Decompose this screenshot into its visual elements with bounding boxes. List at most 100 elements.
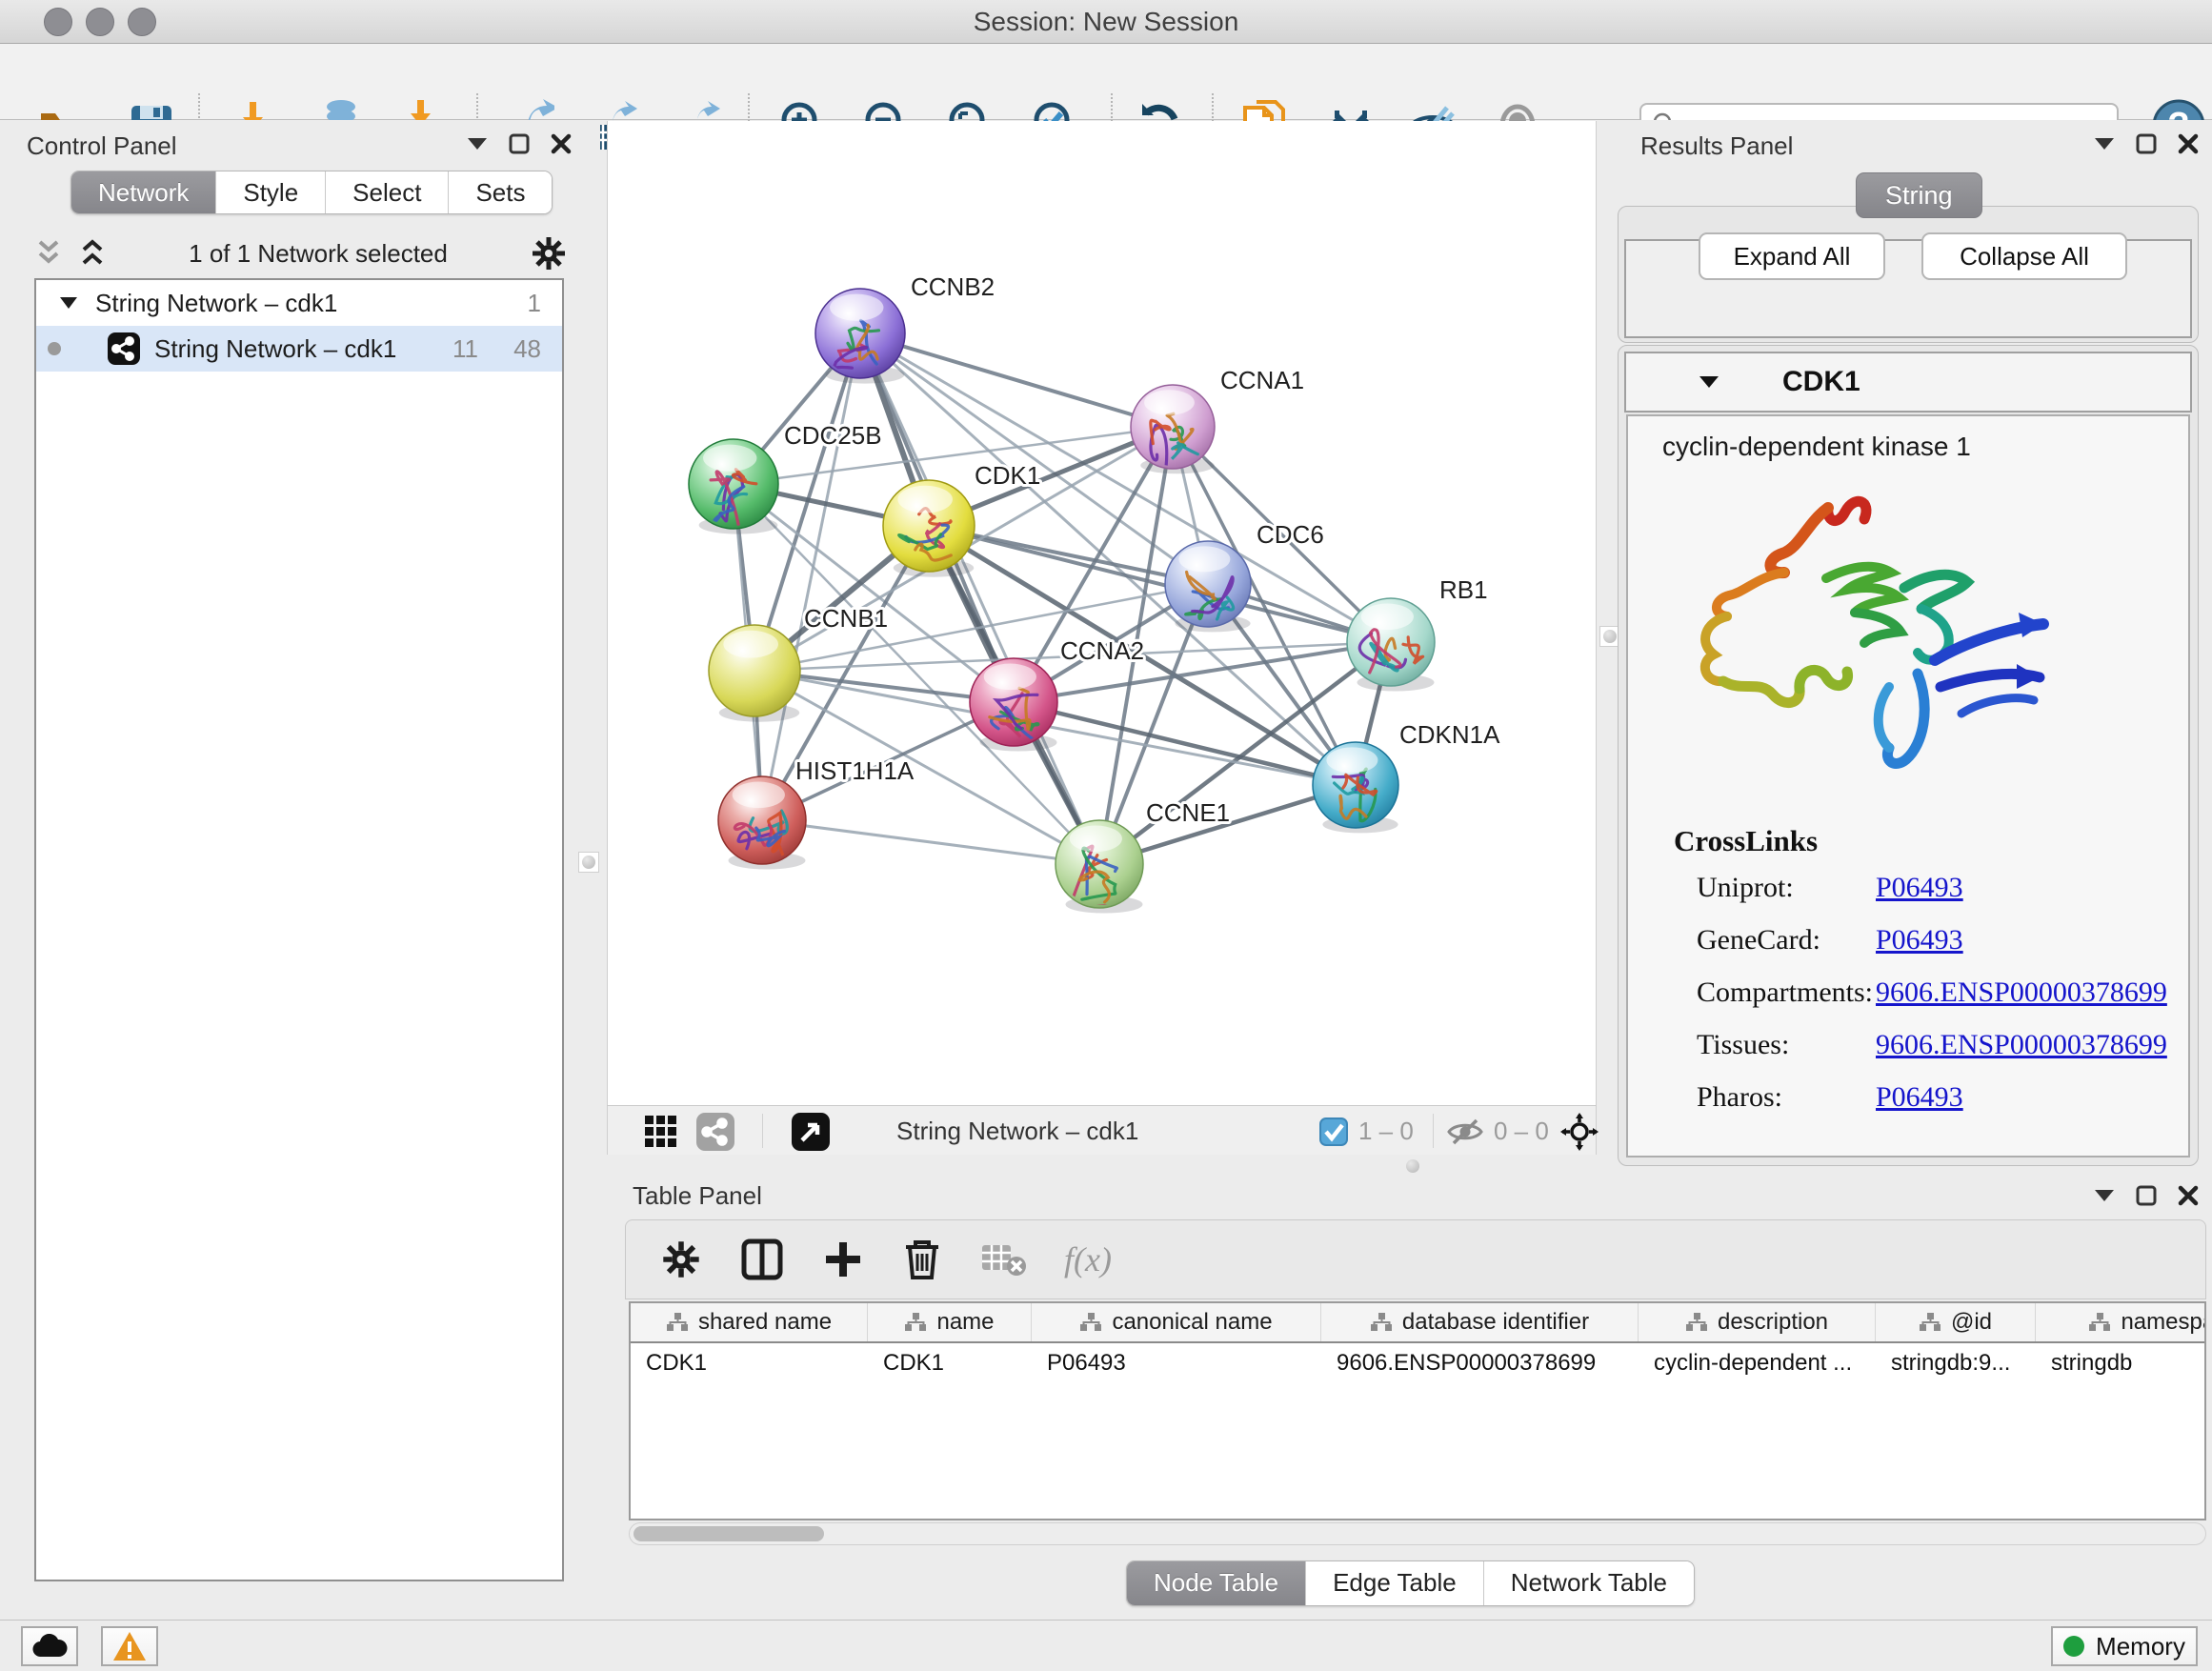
- column-label: @id: [1951, 1309, 1992, 1336]
- crosslink-link[interactable]: 9606.ENSP00000378699: [1876, 1029, 2167, 1081]
- cloud-button[interactable]: [21, 1626, 78, 1666]
- table-settings-gear-icon[interactable]: [660, 1238, 702, 1280]
- column-header-canonical-name[interactable]: canonical name: [1032, 1303, 1321, 1341]
- crosslinks-title: CrossLinks: [1674, 824, 1818, 858]
- network-edge-HIST1H1A-CCNE1[interactable]: [762, 820, 1099, 864]
- table-cell[interactable]: cyclin-dependent ...: [1639, 1343, 1876, 1383]
- table-toolbar: f(x): [625, 1219, 2206, 1299]
- delete-column-icon[interactable]: [902, 1238, 942, 1281]
- collapse-all-icon[interactable]: [34, 238, 63, 269]
- node-table[interactable]: shared name name canonical namedatabase id…: [629, 1301, 2206, 1520]
- gear-icon[interactable]: [530, 234, 568, 272]
- crosslink-label: Compartments:: [1697, 976, 1876, 1029]
- expand-all-button[interactable]: Expand All: [1699, 232, 1885, 280]
- hidden-eye-icon[interactable]: [1446, 1117, 1484, 1146]
- warning-icon: [112, 1631, 147, 1661]
- table-cell[interactable]: stringdb:9...: [1876, 1343, 2036, 1383]
- cytoscape-window: Session: New Session ? Control Panel: [0, 0, 2212, 1671]
- column-header-namespace[interactable]: namespace: [2036, 1303, 2206, 1341]
- tab-network[interactable]: Network: [71, 171, 215, 213]
- column-type-icon: [1919, 1312, 1941, 1333]
- node-label-CDC25B: CDC25B: [784, 421, 882, 450]
- panel-float-icon[interactable]: [2136, 133, 2157, 154]
- tab-network-table[interactable]: Network Table: [1483, 1561, 1694, 1605]
- show-columns-icon[interactable]: [740, 1238, 784, 1281]
- control-panel: Control Panel NetworkStyleSelectSets 1 o…: [0, 120, 600, 1671]
- entry-header[interactable]: CDK1: [1624, 352, 2192, 413]
- panel-float-icon[interactable]: [509, 133, 530, 154]
- column-header-database-identifier[interactable]: database identifier: [1321, 1303, 1639, 1341]
- column-label: name: [936, 1309, 994, 1336]
- network-node-CCNE1[interactable]: CCNE1: [1056, 798, 1230, 914]
- network-node-HIST1H1A[interactable]: HIST1H1A: [718, 756, 915, 870]
- crosslink-link[interactable]: P06493: [1876, 924, 1963, 976]
- panel-collapse-icon[interactable]: [467, 137, 488, 151]
- tab-node-table[interactable]: Node Table: [1127, 1561, 1305, 1605]
- collapse-all-button[interactable]: Collapse All: [1921, 232, 2127, 280]
- network-tree: String Network – cdk1 1 String Network –…: [34, 278, 564, 1581]
- current-network-dot: [48, 342, 61, 355]
- birdseye-toggle-icon[interactable]: [791, 1112, 831, 1152]
- entry-description: cyclin-dependent kinase 1: [1662, 432, 1971, 462]
- column-header-@id[interactable]: @id: [1876, 1303, 2036, 1341]
- table-row[interactable]: CDK1CDK1P064939606.ENSP00000378699cyclin…: [631, 1343, 2204, 1383]
- panel-collapse-icon[interactable]: [2094, 137, 2115, 151]
- crosslink-link[interactable]: P06493: [1876, 1081, 1963, 1134]
- network-node-CDKN1A[interactable]: CDKN1A: [1313, 720, 1500, 833]
- network-node-CDC6[interactable]: CDC6: [1165, 520, 1324, 632]
- crosslink-row: Compartments:9606.ENSP00000378699: [1697, 976, 2179, 1029]
- left-splitter-handle[interactable]: [578, 852, 599, 873]
- tab-edge-table[interactable]: Edge Table: [1305, 1561, 1483, 1605]
- scrollbar-thumb[interactable]: [633, 1526, 824, 1541]
- network-node-CCNB1[interactable]: CCNB1: [709, 604, 888, 722]
- network-row[interactable]: String Network – cdk1 11 48: [36, 326, 562, 372]
- node-label-CCNB2: CCNB2: [911, 272, 995, 301]
- selected-checkbox-icon[interactable]: [1319, 1117, 1348, 1146]
- add-column-icon[interactable]: [822, 1238, 864, 1280]
- tree-expander-icon[interactable]: [59, 296, 78, 310]
- entry-expander-icon[interactable]: [1699, 375, 1719, 389]
- panel-collapse-icon[interactable]: [2094, 1189, 2115, 1202]
- network-node-RB1[interactable]: RB1: [1347, 575, 1488, 692]
- network-view-canvas[interactable]: CCNB2CCNA1CDC25BCDK1CDC6RB1CCNB1CCNA2CDK…: [607, 121, 1597, 1105]
- grid-view-icon[interactable]: [644, 1115, 678, 1149]
- column-header-description[interactable]: description: [1639, 1303, 1876, 1341]
- table-horizontal-scrollbar[interactable]: [629, 1522, 2206, 1545]
- table-cell[interactable]: CDK1: [868, 1343, 1032, 1383]
- memory-button[interactable]: Memory: [2051, 1626, 2198, 1666]
- network-node-CCNA2[interactable]: CCNA2: [970, 636, 1144, 752]
- column-header-shared-name[interactable]: shared name: [631, 1303, 868, 1341]
- panel-float-icon[interactable]: [2136, 1185, 2157, 1206]
- bottom-splitter-handle[interactable]: [1402, 1156, 1423, 1177]
- tab-string[interactable]: String: [1856, 172, 1982, 218]
- column-type-icon: [1079, 1312, 1102, 1333]
- results-panel-title: Results Panel: [1640, 131, 1793, 161]
- network-badge-icon[interactable]: [695, 1112, 735, 1152]
- function-builder-icon: f(x): [1064, 1239, 1112, 1279]
- expand-all-icon[interactable]: [78, 238, 107, 269]
- table-cell[interactable]: 9606.ENSP00000378699: [1321, 1343, 1639, 1383]
- crosshair-icon[interactable]: [1560, 1113, 1599, 1151]
- tab-sets[interactable]: Sets: [448, 171, 552, 213]
- memory-label: Memory: [2096, 1632, 2185, 1661]
- warnings-button[interactable]: [101, 1626, 158, 1666]
- network-node-CCNA1[interactable]: CCNA1: [1131, 366, 1304, 473]
- delete-table-icon[interactable]: [980, 1241, 1026, 1278]
- node-label-CDC6: CDC6: [1257, 520, 1324, 549]
- network-edge-CCNB2-CCNA1[interactable]: [860, 333, 1173, 427]
- column-header-name[interactable]: name: [868, 1303, 1032, 1341]
- panel-close-icon[interactable]: [2178, 1185, 2199, 1206]
- tab-style[interactable]: Style: [215, 171, 325, 213]
- panel-close-icon[interactable]: [2178, 133, 2199, 154]
- node-label-HIST1H1A: HIST1H1A: [795, 756, 915, 785]
- table-cell[interactable]: stringdb: [2036, 1343, 2206, 1383]
- tab-select[interactable]: Select: [325, 171, 448, 213]
- network-edge-CCNB2-HIST1H1A[interactable]: [762, 333, 860, 820]
- table-cell[interactable]: CDK1: [631, 1343, 868, 1383]
- network-collection-row[interactable]: String Network – cdk1 1: [36, 280, 562, 326]
- crosslink-link[interactable]: 9606.ENSP00000378699: [1876, 976, 2167, 1029]
- table-cell[interactable]: P06493: [1032, 1343, 1321, 1383]
- panel-close-icon[interactable]: [551, 133, 572, 154]
- crosslink-link[interactable]: P06493: [1876, 872, 1963, 924]
- control-panel-tabs: NetworkStyleSelectSets: [70, 171, 553, 214]
